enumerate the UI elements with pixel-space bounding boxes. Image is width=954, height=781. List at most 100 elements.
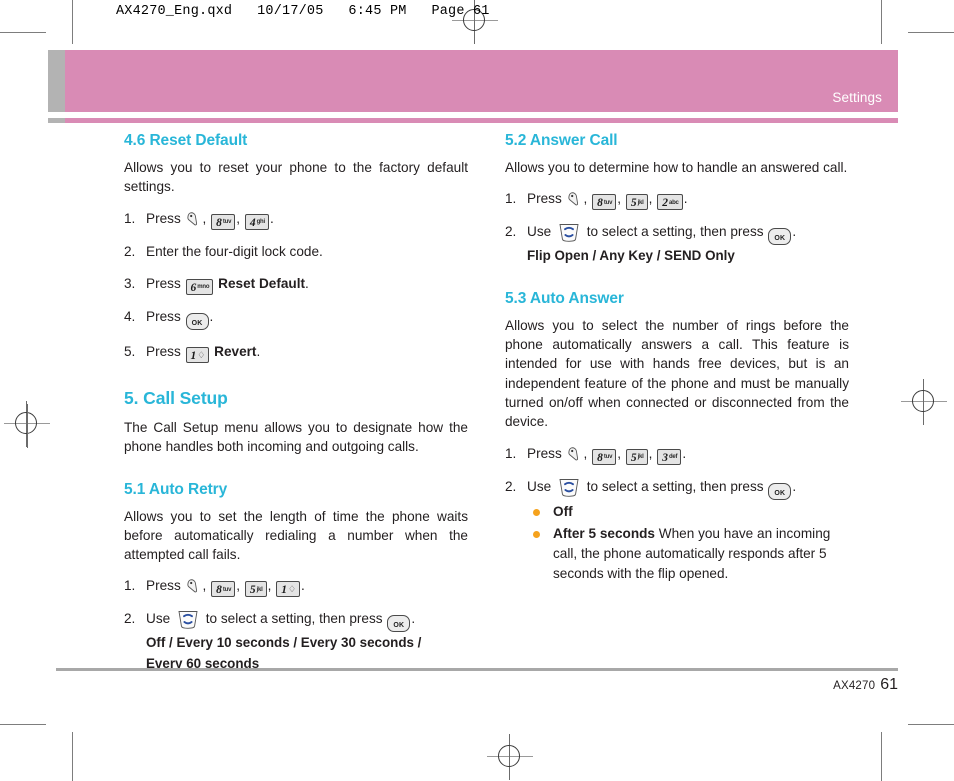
step-label: Press: [146, 275, 181, 291]
key-8-tuv: 8tuv: [211, 581, 236, 598]
step-number: 1.: [505, 191, 517, 207]
bullet-dot-icon: [533, 531, 540, 539]
period: .: [682, 445, 687, 461]
footer-rule: [56, 668, 898, 671]
period: .: [301, 578, 305, 594]
trim-line-right: [881, 0, 882, 44]
trim-line-left: [72, 0, 73, 44]
key-8-tuv: 8tuv: [211, 213, 236, 230]
auto-answer-step-2: 2. Use to select a setting, then press O…: [505, 476, 849, 584]
navigation-key-icon: [557, 222, 581, 243]
section-banner: Settings: [48, 50, 898, 112]
step-bold-term: Revert: [214, 343, 257, 359]
key-2-abc: 2abc: [657, 194, 683, 211]
trim-line-bottom-left: [0, 724, 46, 725]
key-5-jkl: 5jkl: [244, 581, 267, 598]
navigation-key-icon: [557, 477, 581, 497]
period: .: [256, 343, 261, 359]
step-number: 1.: [124, 578, 136, 594]
menu-key-icon: [567, 191, 583, 207]
comma: ,: [236, 578, 241, 594]
auto-answer-step-1: 1. Press , 8tuv, 5jkl, 3def.: [505, 443, 849, 465]
reset-default-step-2: 2. Enter the four-digit lock code.: [124, 241, 468, 262]
step-label: Press: [527, 445, 562, 461]
right-column: 5.2 Answer Call Allows you to determine …: [505, 132, 849, 594]
step-number: 2.: [505, 478, 517, 494]
banner-underline: [48, 118, 898, 123]
comma: ,: [236, 210, 241, 226]
heading-auto-answer: 5.3 Auto Answer: [505, 289, 624, 307]
step-number: 1.: [124, 210, 136, 226]
period: .: [792, 224, 797, 240]
banner-underline-tab: [48, 118, 65, 123]
heading-auto-retry: 5.1 Auto Retry: [124, 480, 228, 498]
answer-call-options: Flip Open / Any Key / SEND Only: [527, 248, 735, 264]
step-label: Press: [146, 308, 181, 324]
registration-mark-bottom: [487, 734, 533, 780]
auto-retry-step-2: 2. Use to select a setting, then press O…: [124, 608, 468, 673]
menu-key-icon: [186, 211, 202, 227]
step-number: 4.: [124, 308, 136, 324]
comma: ,: [583, 445, 588, 461]
auto-answer-intro: Allows you to select the number of rings…: [505, 317, 849, 430]
bullet-dot-icon: [533, 508, 540, 516]
auto-retry-step-1: 1. Press , 8tuv, 5jkl, 1♢.: [124, 575, 468, 598]
period: .: [683, 191, 688, 207]
ok-key-icon: OK: [768, 482, 792, 500]
trim-line-left-lower: [72, 732, 73, 781]
comma: ,: [648, 191, 653, 207]
auto-answer-options: Off After 5 seconds When you have an inc…: [527, 502, 849, 584]
step-label: Enter the four-digit lock code.: [146, 243, 323, 259]
list-item: Off: [527, 502, 849, 522]
key-3-def: 3def: [657, 448, 682, 465]
key-5-jkl: 5jkl: [625, 448, 648, 465]
navigation-key-icon: [176, 609, 200, 630]
call-setup-intro: The Call Setup menu allows you to design…: [124, 419, 468, 455]
auto-retry-options-line-1: Off / Every 10 seconds / Every 30 second…: [146, 635, 422, 651]
step-label-b: to select a setting, then press: [586, 478, 764, 494]
option-label: Off: [553, 503, 573, 519]
ok-key-icon: OK: [185, 312, 209, 330]
key-5-jkl: 5jkl: [625, 194, 648, 211]
banner-tab: [48, 50, 65, 112]
trim-line-top-right: [908, 32, 954, 33]
page-edge-left: [27, 404, 28, 448]
qxd-file-header: AX4270_Eng.qxd 10/17/05 6:45 PM Page 61: [116, 4, 490, 19]
heading-reset-default: 4.6 Reset Default: [124, 132, 248, 149]
heading-call-setup: 5. Call Setup: [124, 387, 228, 408]
step-label-b: to select a setting, then press: [205, 611, 383, 627]
key-1: 1♢: [276, 581, 301, 598]
step-label-b: to select a setting, then press: [586, 224, 764, 240]
step-label: Press: [146, 210, 181, 226]
comma: ,: [583, 191, 588, 207]
trim-line-top-left: [0, 32, 46, 33]
comma: ,: [617, 445, 622, 461]
period: .: [269, 210, 274, 226]
reset-default-step-5: 5. Press 1♢ Revert.: [124, 341, 468, 363]
step-label: Press: [146, 578, 181, 594]
key-8-tuv: 8tuv: [592, 448, 617, 465]
step-label: Use: [146, 611, 171, 627]
step-label: Press: [527, 191, 562, 207]
answer-call-step-2: 2. Use to select a setting, then press O…: [505, 221, 849, 265]
key-4-ghi: 4ghi: [244, 213, 269, 230]
step-label: Use: [527, 224, 552, 240]
reset-default-step-1: 1. Press , 8tuv, 4ghi.: [124, 208, 468, 230]
ok-key-icon: OK: [768, 228, 792, 246]
period: .: [792, 478, 797, 494]
registration-mark-right: [901, 379, 947, 425]
comma: ,: [648, 445, 653, 461]
period: .: [411, 611, 416, 627]
menu-key-icon: [186, 578, 202, 594]
comma: ,: [617, 191, 622, 207]
step-number: 5.: [124, 343, 136, 359]
page-number: 61: [880, 676, 898, 693]
trim-line-bottom-right: [908, 724, 954, 725]
reset-default-step-4: 4. Press OK.: [124, 306, 468, 330]
footer-model: AX4270: [833, 680, 876, 692]
step-number: 1.: [505, 445, 517, 461]
key-6-mno: 6mno: [185, 278, 214, 295]
auto-retry-intro: Allows you to set the length of time the…: [124, 508, 468, 563]
period: .: [305, 275, 309, 291]
comma: ,: [267, 578, 272, 594]
